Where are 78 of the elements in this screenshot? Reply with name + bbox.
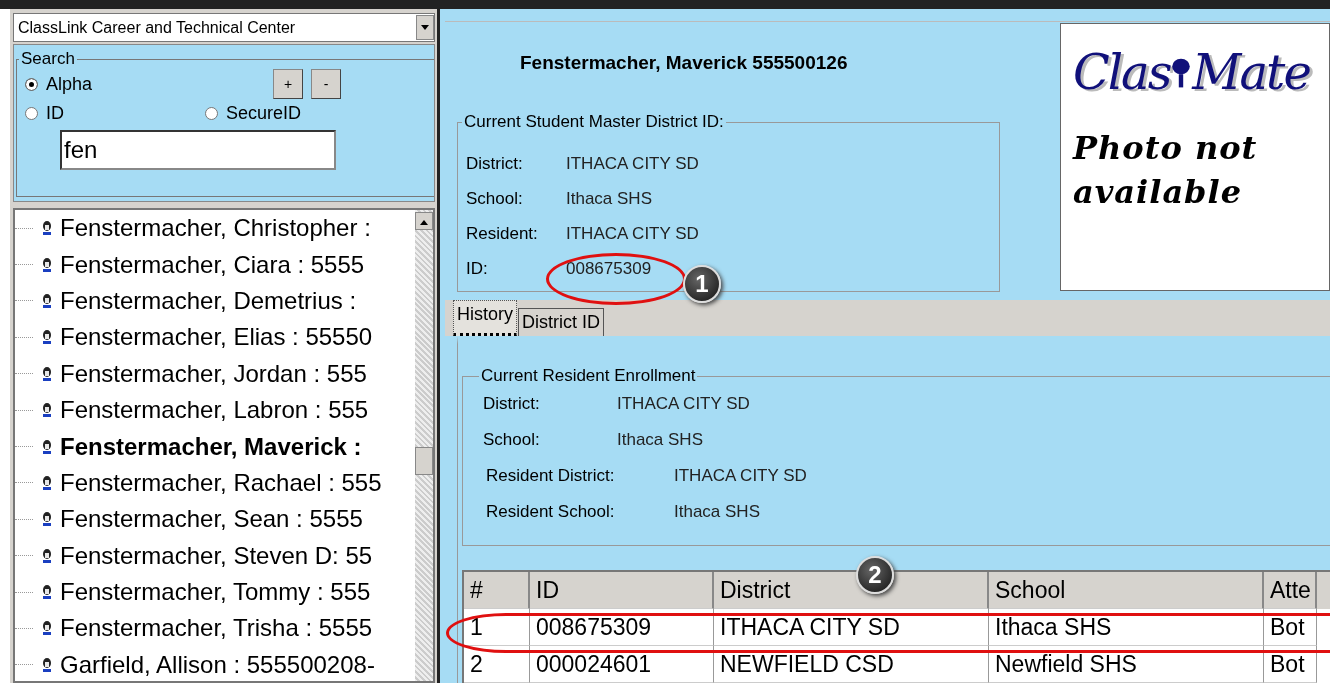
student-item[interactable]: Fenstermacher, Maverick : (60, 432, 362, 461)
remove-button[interactable]: - (311, 69, 341, 99)
student-name-heading: Fenstermacher, Maverick 555500126 (520, 52, 849, 75)
scrollbar[interactable] (415, 210, 433, 681)
search-legend: Search (19, 49, 77, 69)
field-value: ITHACA CITY SD (566, 223, 699, 244)
field-label: Resident District: (486, 466, 616, 486)
student-item[interactable]: Fenstermacher, Christopher : (60, 214, 371, 243)
student-item[interactable]: Fenstermacher, Steven D: 55 (60, 541, 373, 570)
search-field[interactable]: fen (60, 130, 336, 170)
logo-text: Clas (1073, 44, 1171, 100)
table-cell: ITHACA CITY SD (714, 609, 989, 646)
student-item[interactable]: Fenstermacher, Rachael : 555 (60, 468, 382, 497)
student-item[interactable]: Fenstermacher, Labron : 555 (60, 396, 369, 425)
radio-button[interactable] (25, 107, 38, 120)
student-item[interactable]: Garfield, Allison : 555500208- (60, 650, 375, 679)
table-cell: Newfield SHS (989, 646, 1264, 683)
field-value: 008675309 (566, 258, 652, 279)
column-header[interactable]: School (989, 572, 1264, 609)
student-icon (41, 547, 53, 564)
table-cell: Bot (1264, 609, 1317, 646)
field-value: ITHACA CITY SD (566, 153, 699, 174)
table-cell: 1 (464, 609, 530, 646)
field-label: School: (466, 188, 524, 209)
field-value: Ithaca SHS (674, 502, 760, 522)
radio-label[interactable]: ID (46, 103, 64, 124)
field-value: ITHACA CITY SD (674, 466, 807, 486)
scroll-up-icon[interactable] (415, 212, 433, 230)
section-legend: Current Resident Enrollment (479, 366, 698, 386)
field-label: District: (466, 153, 524, 174)
add-button[interactable]: + (273, 69, 303, 99)
student-icon (41, 474, 53, 491)
student-item[interactable]: Fenstermacher, Sean : 5555 (60, 505, 363, 534)
field-label: Resident School: (486, 502, 616, 522)
column-header[interactable]: # (464, 572, 530, 609)
student-item[interactable]: Fenstermacher, Elias : 55550 (60, 323, 373, 352)
student-icon (41, 584, 53, 601)
student-icon (41, 256, 53, 273)
tab[interactable]: History (453, 300, 517, 336)
table-cell: 2 (464, 646, 530, 683)
section-legend: Current Student Master District ID: (462, 112, 726, 132)
student-icon (41, 220, 53, 237)
student-icon (41, 511, 53, 528)
field-label: School: (483, 430, 541, 450)
field-label: ID: (466, 258, 489, 279)
column-header[interactable]: ID (530, 572, 714, 609)
radio-label[interactable]: SecureID (226, 103, 302, 124)
scroll-thumb[interactable] (415, 447, 433, 475)
table-cell: 008675309 (530, 609, 714, 646)
field-label: Resident: (466, 223, 539, 244)
student-item[interactable]: Fenstermacher, Tommy : 555 (60, 578, 371, 607)
student-icon (41, 656, 53, 673)
student-icon (41, 402, 53, 419)
table-cell: 000024601 (530, 646, 714, 683)
table-cell: Bot (1264, 646, 1317, 683)
logo-text: Mate (1192, 44, 1310, 100)
table-cell: NEWFIELD CSD (714, 646, 989, 683)
student-icon (41, 365, 53, 382)
field-value: ITHACA CITY SD (617, 394, 750, 414)
column-header[interactable]: Atte (1264, 572, 1317, 609)
student-icon (41, 292, 53, 309)
photo-message: Photo not available (1073, 128, 1259, 213)
radio-button[interactable] (205, 107, 218, 120)
student-icon (41, 329, 53, 346)
student-icon (41, 620, 53, 637)
student-item[interactable]: Fenstermacher, Ciara : 5555 (60, 250, 365, 279)
student-item[interactable]: Fenstermacher, Jordan : 555 (60, 359, 367, 388)
tab[interactable]: District ID (518, 308, 604, 336)
radio-button[interactable] (25, 77, 38, 91)
student-item[interactable]: Fenstermacher, Demetrius : (60, 286, 357, 315)
field-value: Ithaca SHS (566, 188, 652, 209)
field-label: District: (483, 394, 541, 414)
radio-label[interactable]: Alpha (46, 73, 93, 95)
student-icon (41, 438, 53, 455)
student-item[interactable]: Fenstermacher, Trisha : 5555 (60, 614, 373, 643)
school-dropdown[interactable]: ClassLink Career and Technical Center (13, 13, 435, 42)
table-cell: Ithaca SHS (989, 609, 1264, 646)
field-value: Ithaca SHS (617, 430, 703, 450)
